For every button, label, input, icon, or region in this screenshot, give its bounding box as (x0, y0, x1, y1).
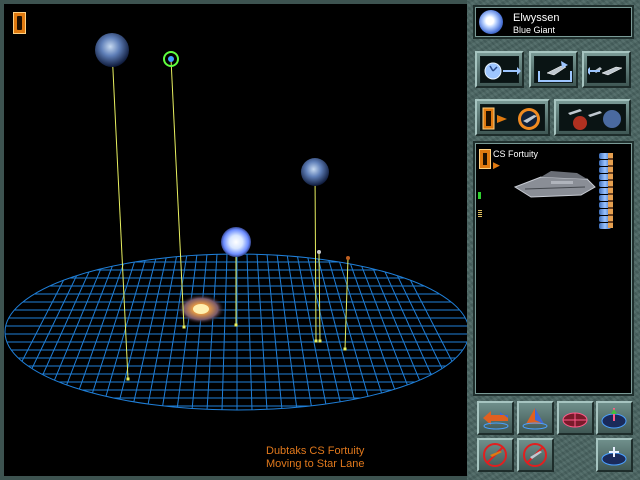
add-grid-button[interactable] (596, 438, 633, 472)
star-beam (170, 58, 185, 328)
star-grid-anchor (234, 323, 238, 327)
ship-chevron-icon: ▶ (493, 160, 500, 170)
galaxy-core-glow (193, 304, 209, 314)
grid-line (41, 254, 108, 410)
blue-planet-star[interactable] (95, 33, 129, 67)
add-grid-icon (601, 447, 627, 466)
ship-grid-button[interactable] (596, 401, 633, 435)
cancel-orbit-button[interactable] (477, 438, 514, 472)
galaxy-viewport[interactable]: Dubtaks CS Fortuity Moving to Star Lane (4, 4, 469, 476)
ship-health-indicator (478, 192, 481, 199)
up-arrow-grid-icon (522, 408, 548, 430)
star-grid-anchor (343, 347, 347, 351)
small-star[interactable] (346, 256, 350, 260)
launch-ship-icon (538, 61, 572, 82)
star-grid-anchor (318, 339, 322, 343)
hourglass-icon[interactable] (13, 12, 26, 34)
red-grid-icon (562, 412, 588, 428)
ship-name: CS Fortuity (493, 149, 539, 159)
blue-giant-star-icon (479, 10, 503, 34)
small-star[interactable] (317, 250, 321, 254)
cancel-orbit-icon (483, 443, 507, 467)
star-info-panel: Elwyssen Blue Giant (473, 5, 634, 39)
ship-info-panel[interactable]: ▶ CS Fortuity (473, 141, 634, 396)
star-name: Elwyssen (513, 12, 560, 24)
cruiser-ship-image (513, 171, 596, 198)
ship-fuel-indicator (478, 210, 482, 218)
ship-flag-icon (479, 149, 491, 169)
ship-grid-icon (601, 408, 627, 429)
grid-line (101, 254, 148, 410)
grid-line (5, 254, 78, 410)
attack-orbit-icon (482, 107, 540, 130)
grid-line (206, 254, 218, 410)
star-class: Blue Giant (513, 25, 556, 35)
grid-line (396, 254, 467, 410)
grid-line (161, 254, 188, 410)
grid-line (286, 254, 313, 410)
grid-line (326, 254, 373, 410)
star-grid-anchor (126, 377, 130, 381)
selected-star-core (168, 56, 174, 62)
status-message: Dubtaks CS Fortuity Moving to Star Lane (266, 445, 364, 471)
blue-giant-star[interactable] (221, 227, 251, 257)
red-grid-button[interactable] (557, 401, 594, 435)
grid-line (336, 254, 388, 410)
status-line-2: Moving to Star Lane (266, 458, 365, 470)
galaxy-move-button[interactable] (475, 51, 524, 88)
planets-and-ships-icon (568, 109, 621, 130)
star-beam (344, 257, 349, 350)
ship-cargo-meter (608, 153, 613, 228)
fleet-ships-icon (586, 66, 623, 76)
up-arrow-grid-button[interactable] (517, 401, 554, 435)
star-beam (314, 171, 317, 342)
grid-line (71, 254, 128, 410)
grid-line (366, 254, 433, 410)
planets-and-ships-button[interactable] (554, 99, 631, 136)
grid-line (256, 254, 268, 410)
grid-line (346, 254, 403, 410)
star-grid-anchor (182, 325, 186, 329)
attack-orbit-button[interactable] (475, 99, 550, 136)
left-right-arrows-icon (483, 411, 509, 430)
status-line-1: Dubtaks CS Fortuity (266, 445, 365, 457)
cancel-ship-button[interactable] (517, 438, 554, 472)
grid-line (11, 254, 88, 410)
grid-line (246, 254, 253, 410)
galaxy-scene[interactable] (4, 4, 467, 476)
cancel-ship-icon (523, 443, 547, 467)
launch-ship-button[interactable] (529, 51, 578, 88)
left-right-arrows-button[interactable] (477, 401, 514, 435)
galaxy-move-icon (484, 62, 521, 80)
blue-planet-star[interactable] (301, 158, 329, 186)
star-grid-anchor (314, 339, 318, 343)
grid-line (86, 254, 138, 410)
star-beam (111, 49, 129, 380)
grid-line (221, 254, 228, 410)
fleet-ships-button[interactable] (582, 51, 631, 88)
grid-line (386, 254, 463, 410)
